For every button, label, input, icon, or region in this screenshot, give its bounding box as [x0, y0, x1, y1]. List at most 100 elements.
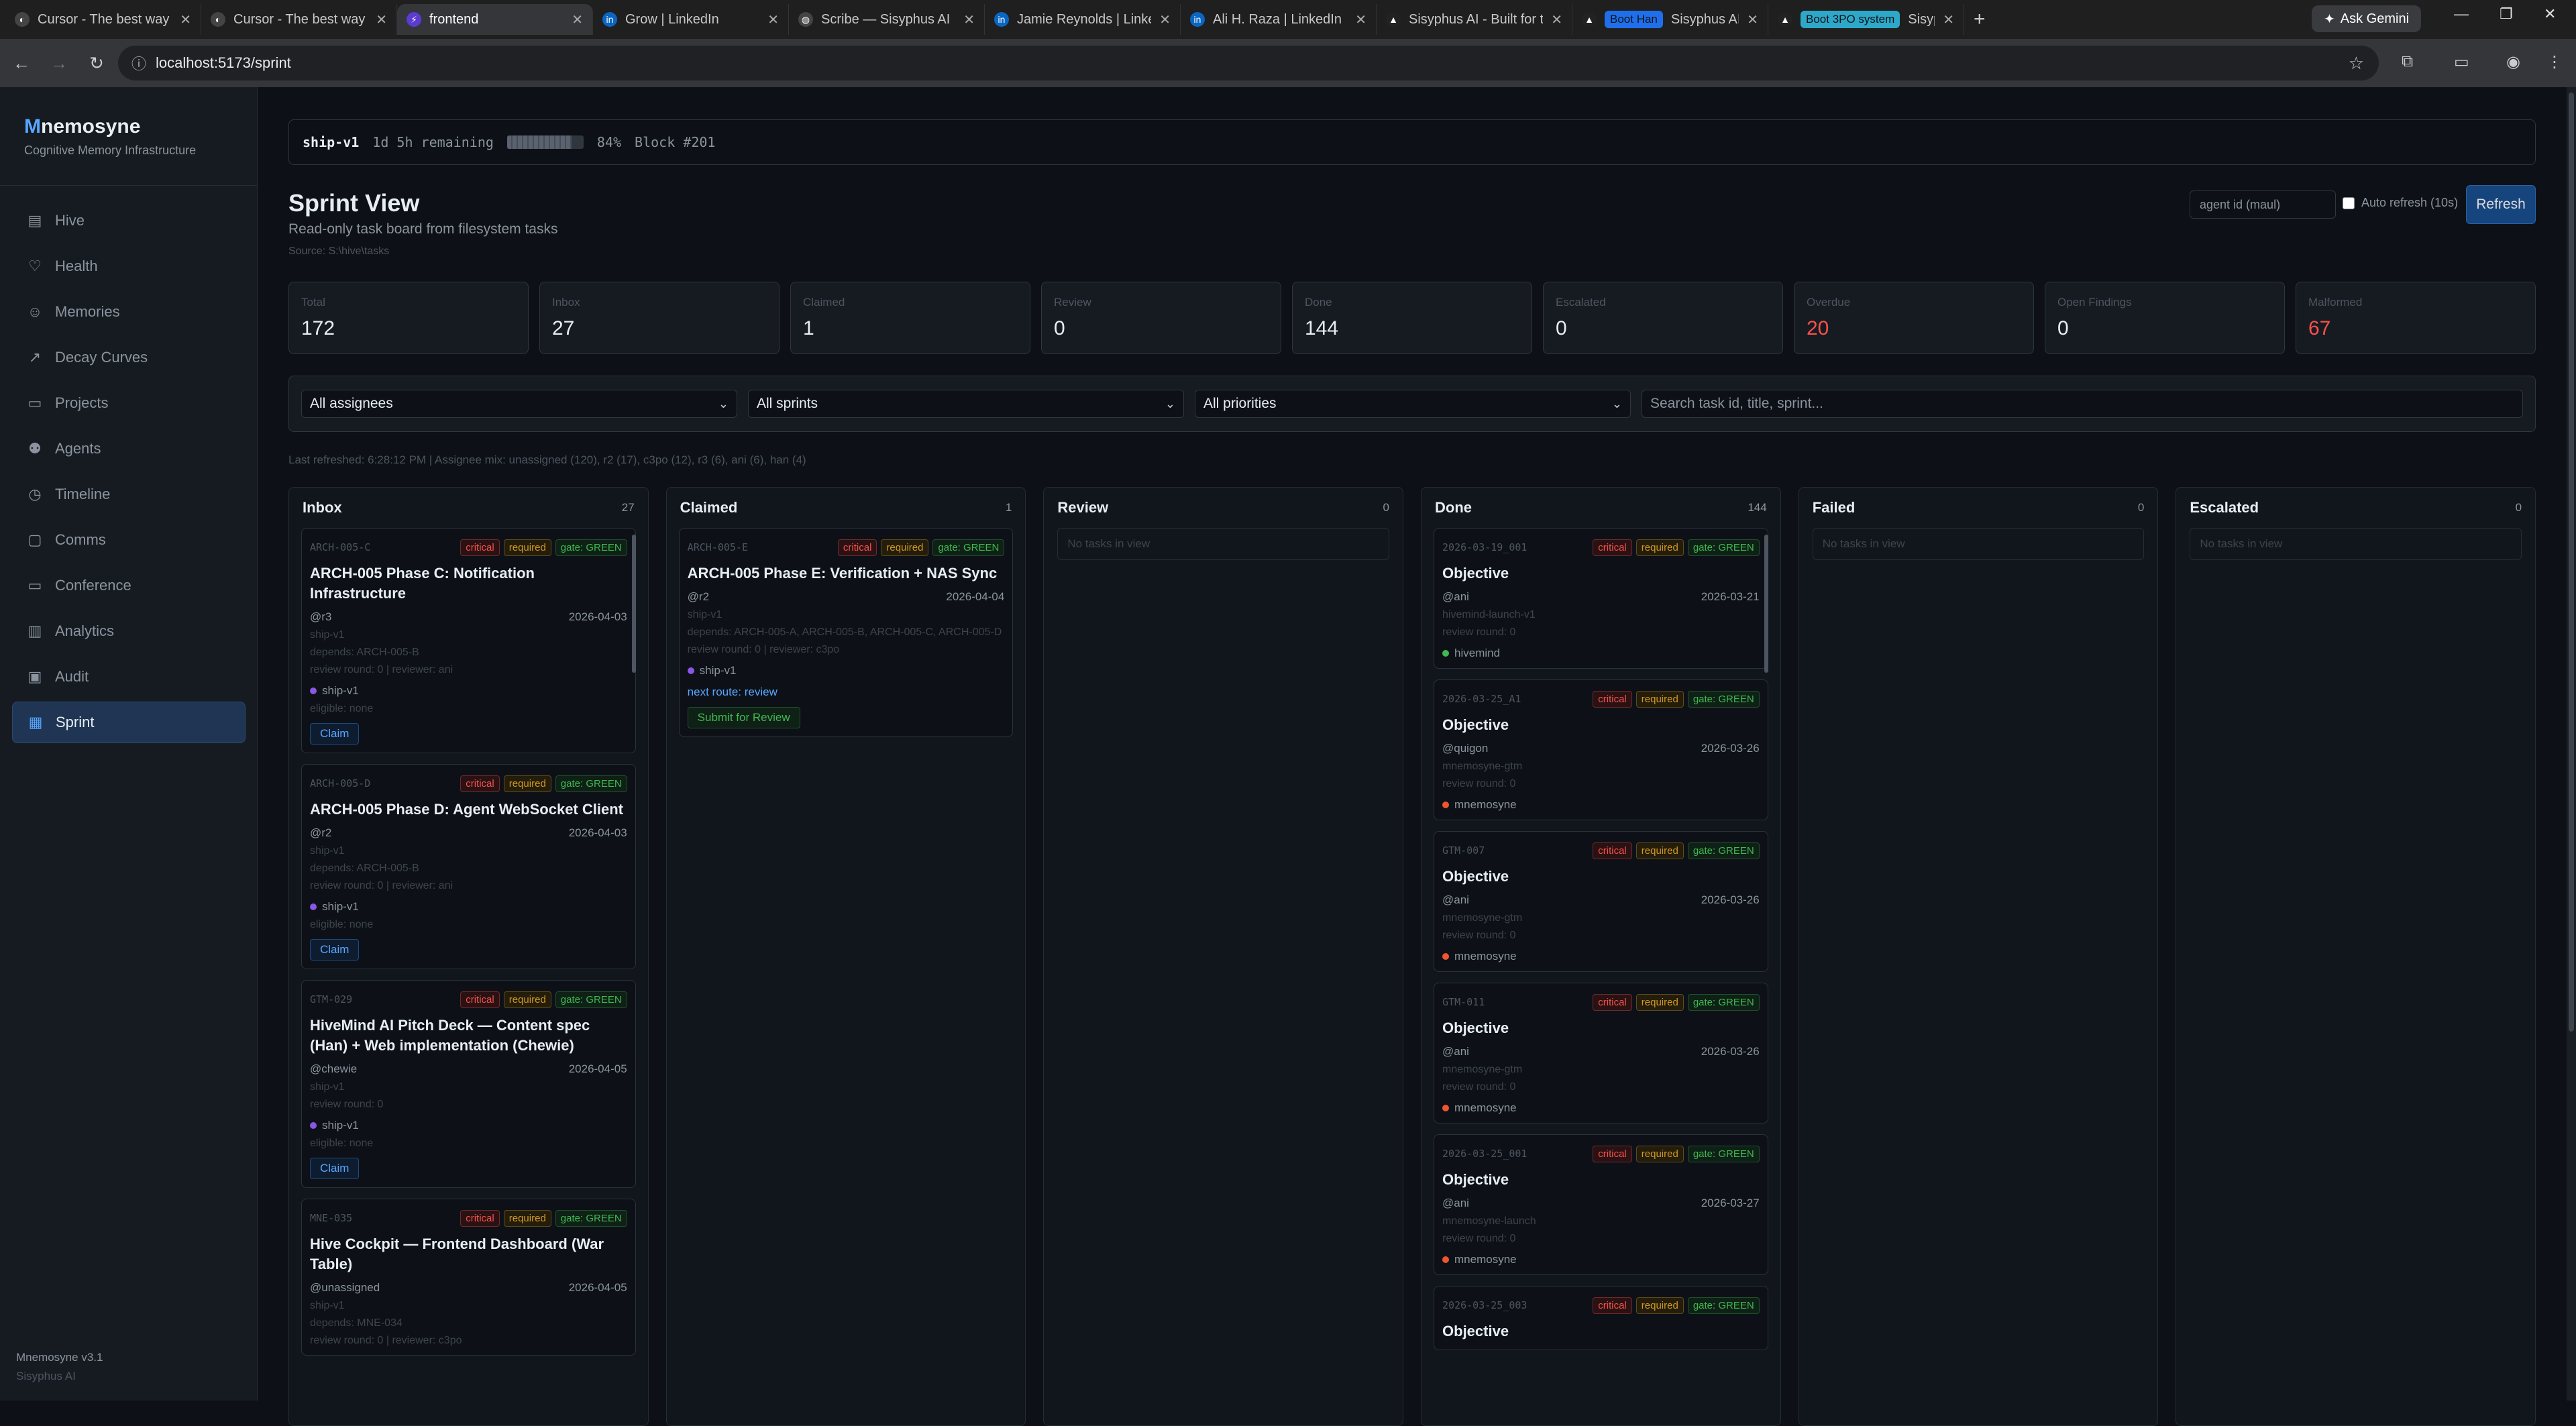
url-bar[interactable]: ⓘ localhost:5173/sprint ☆	[118, 46, 2379, 80]
agent-id-input[interactable]: agent id (maul)	[2190, 190, 2336, 219]
back-icon[interactable]: ←	[5, 53, 38, 74]
tab-close-icon[interactable]: ✕	[1159, 11, 1171, 28]
column-title: Done	[1435, 499, 1472, 516]
sidebar-item-analytics[interactable]: ▥ Analytics	[12, 610, 246, 652]
claim-button[interactable]: Claim	[310, 939, 360, 961]
task-card[interactable]: MNE-035 critical required gate: GREEN Hive C…	[301, 1199, 636, 1356]
tab-close-icon[interactable]: ✕	[180, 11, 191, 28]
card-list: ARCH-005-C critical required gate: GREEN ARC…	[289, 528, 648, 1356]
task-card[interactable]: GTM-029 critical required gate: GREEN HiveMi…	[301, 980, 636, 1188]
browser-tab[interactable]: ◐ Cursor - The best way t ✕	[5, 4, 201, 35]
refresh-button[interactable]: Refresh	[2466, 185, 2536, 224]
browser-tab[interactable]: ▲ Sisyphus AI - Built for th ✕	[1377, 4, 1572, 35]
tab-close-icon[interactable]: ✕	[963, 11, 975, 28]
tab-close-icon[interactable]: ✕	[1943, 11, 1954, 28]
project-tag-label: ship-v1	[699, 664, 737, 677]
ask-gemini-button[interactable]: ✦ Ask Gemini	[2312, 5, 2422, 32]
task-card[interactable]: GTM-011 critical required gate: GREEN Object…	[1434, 983, 1768, 1123]
column-scrollbar[interactable]	[1764, 535, 1768, 673]
sprint-select[interactable]: All sprints ⌄	[748, 390, 1184, 418]
projects-icon: ▭	[28, 394, 42, 411]
menu-dots-icon[interactable]: ⋮	[2546, 52, 2563, 72]
tab-close-icon[interactable]: ✕	[376, 11, 387, 28]
sidebar-item-memories[interactable]: ☺ Memories	[12, 291, 246, 333]
project-dot-icon	[1442, 650, 1450, 657]
task-card[interactable]: ARCH-005-D critical required gate: GREEN ARC…	[301, 764, 636, 969]
tab-close-icon[interactable]: ✕	[1355, 11, 1366, 28]
close-window-icon[interactable]: ✕	[2544, 5, 2556, 23]
extensions-icon[interactable]: ⧉	[2402, 52, 2413, 71]
browser-tab[interactable]: in Ali H. Raza | LinkedIn ✕	[1181, 4, 1377, 35]
project-tag: ship-v1	[687, 664, 1005, 677]
task-search-input[interactable]: Search task id, title, sprint...	[1642, 390, 2523, 418]
priority-select[interactable]: All priorities ⌄	[1195, 390, 1631, 418]
browser-tab[interactable]: in Jamie Reynolds | Linked ✕	[985, 4, 1181, 35]
new-tab-icon[interactable]: +	[1974, 8, 1986, 31]
task-card[interactable]: ARCH-005-E critical required gate: GREEN ARC…	[678, 528, 1014, 737]
sidebar-item-projects[interactable]: ▭ Projects	[12, 382, 246, 424]
address-toolbar: ← → ↻ ⓘ localhost:5173/sprint ☆ ⧉ ▭ ◉ ⋮	[0, 39, 2576, 87]
browser-tab[interactable]: ▲ Boot 3PO system Sisyphus AI - Built for …	[1768, 4, 1964, 35]
restore-icon[interactable]: ❐	[2500, 5, 2513, 23]
column-scrollbar[interactable]	[631, 535, 636, 673]
tab-close-icon[interactable]: ✕	[1551, 11, 1562, 28]
forward-icon[interactable]: →	[43, 53, 75, 74]
side-panel-icon[interactable]: ▭	[2454, 52, 2469, 72]
project-tag-label: mnemosyne	[1454, 1253, 1517, 1266]
task-due-date: 2026-03-21	[1701, 590, 1760, 603]
sidebar-item-conference[interactable]: ▭ Conference	[12, 565, 246, 606]
card-list: ARCH-005-E critical required gate: GREEN ARC…	[667, 528, 1026, 737]
browser-tab[interactable]: ▲ Boot Han Sisyphus AI - Built for th ✕	[1572, 4, 1768, 35]
tab-close-icon[interactable]: ✕	[1747, 11, 1758, 28]
page-scrollbar[interactable]	[2567, 87, 2576, 1401]
task-id: ARCH-005-D	[310, 777, 371, 789]
project-tag: ship-v1	[310, 900, 627, 914]
column-count: 0	[2137, 501, 2145, 514]
task-detail-line: ship-v1	[310, 629, 345, 641]
tab-group-label[interactable]: Boot 3PO system	[1801, 11, 1900, 28]
tab-group-label[interactable]: Boot Han	[1605, 11, 1663, 28]
sprint-remaining: 1d 5h remaining	[372, 134, 494, 150]
task-card[interactable]: 2026-03-25_A1 critical required gate: GREEN…	[1434, 679, 1768, 820]
page-scroll-thumb[interactable]	[2569, 93, 2574, 1032]
claim-button[interactable]: Claim	[310, 1158, 360, 1179]
profile-avatar[interactable]: ◉	[2506, 52, 2520, 72]
stat-card: Escalated 0	[1543, 282, 1783, 354]
assignee-select[interactable]: All assignees ⌄	[301, 390, 737, 418]
auto-refresh-checkbox[interactable]	[2343, 197, 2355, 209]
browser-tab[interactable]: in Grow | LinkedIn ✕	[593, 4, 789, 35]
next-route-link[interactable]: next route: review	[688, 685, 1005, 699]
minimize-icon[interactable]: —	[2454, 5, 2469, 23]
browser-tab[interactable]: ◐ Cursor - The best way t ✕	[201, 4, 397, 35]
column-count: 0	[2515, 501, 2522, 514]
claim-button[interactable]: Claim	[310, 723, 360, 745]
brand-name[interactable]: Mnemosyne	[24, 115, 257, 138]
tab-favicon-icon: ▲	[1778, 12, 1792, 27]
sidebar-item-sprint[interactable]: ▦ Sprint	[12, 702, 246, 743]
submit-review-button[interactable]: Submit for Review	[687, 707, 800, 728]
browser-tab[interactable]: ⚡ frontend ✕	[397, 4, 593, 35]
sidebar-item-health[interactable]: ♡ Health	[12, 245, 246, 287]
task-card[interactable]: GTM-007 critical required gate: GREEN Object…	[1434, 831, 1768, 972]
task-detail-line: review round: 0 | reviewer: ani	[310, 664, 453, 675]
sidebar-item-hive[interactable]: ▤ Hive	[12, 200, 246, 241]
auto-refresh-toggle[interactable]: Auto refresh (10s)	[2343, 196, 2458, 210]
site-info-icon[interactable]: ⓘ	[131, 52, 146, 74]
sidebar-item-audit[interactable]: ▣ Audit	[12, 656, 246, 698]
browser-tab[interactable]: ◍ Scribe — Sisyphus AI ✕	[789, 4, 985, 35]
sidebar-divider	[0, 185, 258, 186]
column-header: Failed 0	[1799, 488, 2158, 528]
task-card[interactable]: 2026-03-25_003 critical required gate: GREE…	[1434, 1286, 1768, 1350]
task-card[interactable]: 2026-03-25_001 critical required gate: GREE…	[1434, 1134, 1768, 1275]
stat-card: Claimed 1	[790, 282, 1030, 354]
task-card[interactable]: ARCH-005-C critical required gate: GREEN ARC…	[301, 528, 636, 753]
task-card[interactable]: 2026-03-19_001 critical required gate: GREE…	[1434, 528, 1768, 669]
tab-close-icon[interactable]: ✕	[572, 11, 583, 28]
tab-close-icon[interactable]: ✕	[767, 11, 779, 28]
sidebar-item-timeline[interactable]: ◷ Timeline	[12, 474, 246, 515]
sidebar-item-comms[interactable]: ▢ Comms	[12, 519, 246, 561]
sidebar-item-decay-curves[interactable]: ↗ Decay Curves	[12, 337, 246, 378]
sidebar-item-agents[interactable]: ⚉ Agents	[12, 428, 246, 470]
bookmark-star-icon[interactable]: ☆	[2349, 53, 2364, 74]
reload-icon[interactable]: ↻	[80, 53, 113, 74]
